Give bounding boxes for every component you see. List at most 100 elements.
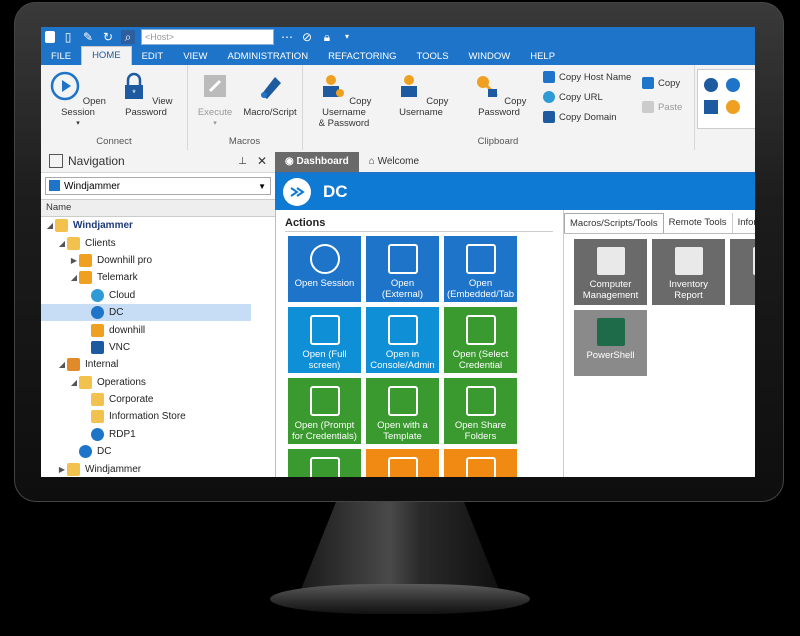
paste-icon — [642, 101, 654, 113]
datasource-combo[interactable]: Windjammer ▼ — [45, 177, 271, 195]
menu-file[interactable]: FILE — [41, 49, 81, 65]
refresh-icon[interactable]: ↻ — [101, 30, 115, 44]
tool-tile[interactable]: Computer Management — [574, 239, 647, 305]
tool-tile[interactable]: SNM — [730, 239, 755, 305]
action-tile[interactable] — [288, 449, 361, 477]
tree-item[interactable]: ◢ Internal — [41, 356, 275, 373]
tree-item[interactable]: VNC — [41, 339, 275, 356]
tree-item[interactable]: downhill — [41, 321, 275, 338]
action-tile[interactable]: Open (External) — [366, 236, 439, 302]
tree-item[interactable]: ▶ Windjammer — [41, 460, 275, 477]
copy-host-name-button[interactable]: Copy Host Name — [543, 71, 631, 83]
tab-welcome[interactable]: ⌂ Welcome — [359, 152, 429, 172]
dropdown-icon[interactable]: ▾ — [340, 30, 354, 44]
action-tile[interactable] — [366, 449, 439, 477]
action-tile[interactable] — [444, 449, 517, 477]
action-tile[interactable]: Open (Full screen) — [288, 307, 361, 373]
action-tile[interactable]: Open (Prompt for Credentials) — [288, 378, 361, 444]
tree-item-label: Operations — [97, 376, 146, 388]
computer-mgmt-icon — [596, 247, 625, 275]
copy-url-button[interactable]: Copy URL — [543, 91, 603, 103]
tab-dashboard[interactable]: ◉ Dashboard — [275, 152, 359, 172]
menu-home[interactable]: HOME — [81, 46, 132, 65]
expand-arrow-icon[interactable]: ◢ — [45, 221, 55, 230]
action-tile[interactable]: Open with a Template — [366, 378, 439, 444]
tree-item[interactable]: ◢ Windjammer — [41, 217, 275, 234]
history-icon[interactable] — [726, 100, 740, 114]
expand-arrow-icon[interactable]: ▶ — [57, 465, 67, 474]
copy-username-button[interactable]: Copy Username — [384, 71, 458, 118]
connect-icon[interactable]: ⊘ — [300, 30, 314, 44]
tree-item[interactable]: ▶ Downhill pro — [41, 252, 275, 269]
prompt-icon — [309, 386, 340, 416]
pin-icon[interactable]: ⊥ — [238, 156, 247, 167]
tree-item[interactable]: Corporate — [41, 391, 275, 408]
edit-icon[interactable]: ✎ — [81, 30, 95, 44]
tab-remote-tools[interactable]: Remote Tools — [664, 213, 733, 233]
lock-icon[interactable]: 🔒︎ — [320, 30, 334, 44]
host-input[interactable]: <Host> — [141, 29, 274, 45]
menu-tools[interactable]: TOOLS — [407, 49, 459, 65]
menu-view[interactable]: VIEW — [173, 49, 217, 65]
rdp-icon — [91, 427, 104, 441]
column-header-name[interactable]: Name — [41, 199, 275, 217]
tree-item[interactable]: DC — [41, 443, 275, 460]
info-icon[interactable] — [726, 78, 740, 92]
open-session-button[interactable]: Open Session ▾ — [47, 71, 109, 129]
action-tile[interactable]: Open Session — [288, 236, 361, 302]
tree-item[interactable]: ◢ Operations — [41, 374, 275, 391]
tab-information[interactable]: Infor — [733, 213, 755, 233]
tool-tile[interactable]: PowerShell — [574, 310, 647, 376]
view-password-button[interactable]: * View Password — [113, 71, 179, 118]
action-tile[interactable]: Open Share Folders — [444, 378, 517, 444]
action-tile[interactable]: Open (Embedded/Tab — [444, 236, 517, 302]
tree-item-label: Information Store — [109, 411, 186, 423]
properties-icon[interactable] — [704, 100, 718, 114]
tree-item[interactable]: Cloud — [41, 287, 275, 304]
tree-item[interactable]: ◢ Telemark — [41, 269, 275, 286]
tree-item[interactable]: Information Store — [41, 408, 275, 425]
menu-help[interactable]: HELP — [520, 49, 565, 65]
new-icon[interactable]: ▯ — [61, 30, 75, 44]
copy-domain-button[interactable]: Copy Domain — [543, 111, 617, 123]
expand-arrow-icon[interactable]: ◢ — [69, 378, 79, 387]
list-icon[interactable] — [704, 78, 718, 92]
copy-username-password-button[interactable]: Copy Username & Password — [308, 71, 380, 129]
copy-button[interactable]: Copy — [642, 77, 680, 89]
close-icon[interactable]: ✕ — [257, 154, 267, 168]
more-icon[interactable]: ⋯ — [280, 30, 294, 44]
tree-item-label: Windjammer — [85, 463, 142, 475]
chevron-down-icon[interactable]: ▼ — [258, 182, 266, 191]
tab-macros-scripts-tools[interactable]: Macros/Scripts/Tools — [564, 213, 664, 233]
tree-item[interactable]: DC — [41, 303, 251, 322]
expand-arrow-icon[interactable]: ◢ — [57, 239, 67, 248]
menu-administration[interactable]: ADMINISTRATION — [217, 49, 318, 65]
menu-edit[interactable]: EDIT — [132, 49, 174, 65]
expand-arrow-icon[interactable]: ◢ — [57, 360, 67, 369]
tree-item[interactable]: RDP1 — [41, 426, 275, 443]
expand-arrow-icon[interactable]: ◢ — [69, 273, 79, 282]
monitor-base — [270, 584, 530, 614]
copy-label: Copy — [658, 77, 681, 89]
execute-label: Execute — [197, 107, 233, 118]
tree-item[interactable]: ◢ Clients — [41, 234, 275, 251]
action-tile-label: Open in Console/Admin — [370, 349, 435, 371]
execute-button[interactable]: Execute ▾ — [191, 71, 239, 129]
navigation-icon — [49, 154, 63, 168]
search-icon[interactable]: ⌕ — [121, 30, 135, 44]
host-icon — [543, 71, 555, 83]
paste-button[interactable]: Paste — [642, 101, 682, 113]
macros-group-label: Macros — [228, 136, 261, 147]
expand-arrow-icon[interactable]: ▶ — [69, 256, 79, 265]
action-tile[interactable]: Open (Select Credential — [444, 307, 517, 373]
menu-refactoring[interactable]: REFACTORING — [318, 49, 406, 65]
macro-script-button[interactable]: Macro/Script — [241, 71, 299, 118]
app-icon[interactable] — [45, 31, 55, 43]
tree-item-label: Cloud — [109, 289, 136, 301]
copy-password-button[interactable]: Copy Password — [462, 71, 536, 118]
actions-title: Actions — [285, 217, 326, 229]
tool-tile[interactable]: Inventory Report — [652, 239, 725, 305]
menu-bar: FILE HOME EDIT VIEW ADMINISTRATION REFAC… — [41, 46, 755, 65]
menu-window[interactable]: WINDOW — [459, 49, 521, 65]
action-tile[interactable]: Open in Console/Admin — [366, 307, 439, 373]
